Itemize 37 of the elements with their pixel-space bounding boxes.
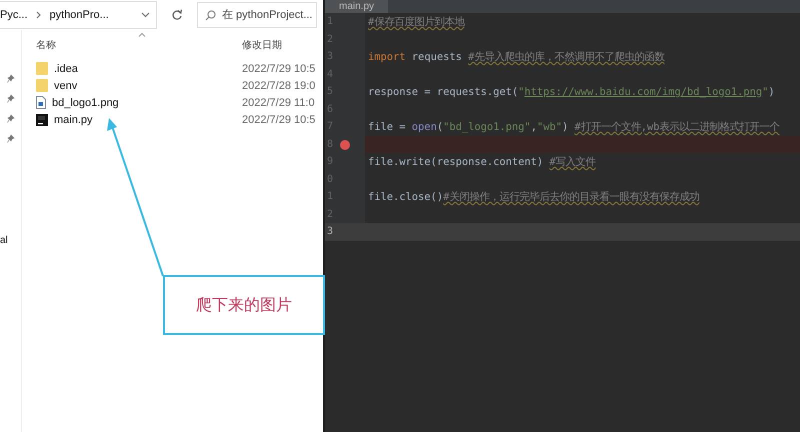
code-line: file.close()#关闭操作，运行完毕后去你的目录看一眼有没有保存成功 [368, 190, 700, 204]
code-line: response = requests.get("https://www.baidu.com/img/bd_logo1.png") [368, 86, 775, 98]
breadcrumb[interactable]: pythonPro... [50, 9, 109, 21]
line-number: 3 [326, 226, 334, 238]
modified-date: 2022/7/29 11:0 [242, 96, 315, 108]
address-bar[interactable]: Pyc... pythonPro... [0, 1, 157, 29]
pin-icon[interactable] [7, 74, 15, 83]
column-header[interactable]: 名称 [36, 38, 242, 52]
column-header[interactable]: 修改日期 [242, 38, 282, 52]
pin-icon[interactable] [7, 134, 15, 143]
sort-caret-icon [138, 32, 146, 37]
pycharm-file-icon [36, 114, 48, 126]
refresh-icon[interactable] [171, 9, 183, 21]
modified-date: 2022/7/29 10:5 [242, 114, 316, 126]
chevron-down-icon[interactable] [141, 12, 150, 18]
folder-icon [36, 62, 48, 75]
nav-item[interactable]: al [0, 235, 8, 246]
folder-icon [36, 79, 48, 92]
breadcrumb[interactable]: Pyc... [0, 9, 28, 21]
code-line: #保存百度图片到本地 [368, 14, 464, 29]
image-file-icon [36, 96, 46, 109]
editor-tab[interactable]: main.py [325, 0, 388, 13]
file-name[interactable]: main.py [54, 114, 93, 126]
search-field[interactable]: 在 pythonProject... [197, 2, 317, 28]
pin-icon[interactable] [7, 94, 15, 103]
file-name[interactable]: venv [54, 80, 78, 92]
code-line: import requests #先导入爬虫的库，不然调用不了爬虫的函数 [368, 50, 664, 64]
modified-date: 2022/7/29 10:5 [242, 62, 316, 74]
modified-date: 2022/7/28 19:0 [242, 80, 316, 92]
file-name[interactable]: bd_logo1.png [52, 96, 119, 108]
file-name[interactable]: .idea [54, 62, 78, 74]
code-line: file = open("bd_logo1.png","wb") #打开一个文件,wb表示以二进制格式打开一个 [368, 120, 780, 134]
code-line: file.write(response.content) #写入文件 [368, 154, 596, 169]
callout-box: 爬下来的图片 [163, 275, 325, 335]
chevron-right-icon [36, 11, 42, 19]
breakpoint-icon[interactable] [340, 140, 350, 150]
pin-icon[interactable] [7, 114, 15, 123]
